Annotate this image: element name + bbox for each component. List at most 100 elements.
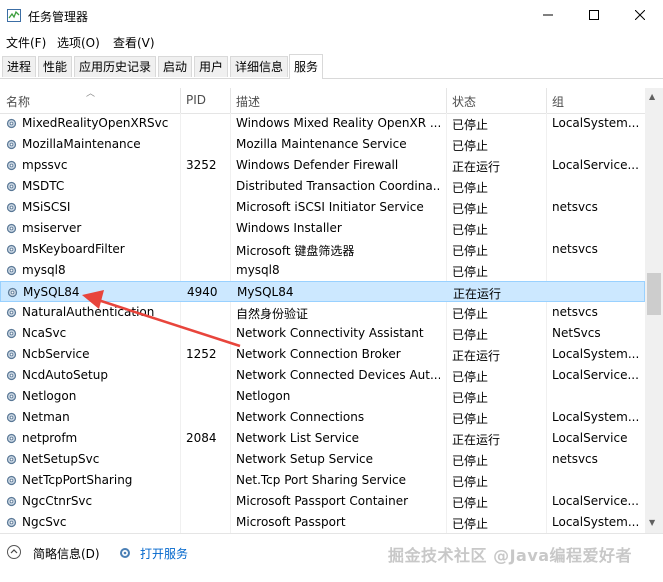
window-title: 任务管理器: [28, 10, 89, 24]
service-description: Network List Service: [236, 431, 360, 445]
service-name: NcdAutoSetup: [22, 368, 108, 382]
service-group: LocalService...: [552, 494, 639, 508]
service-description: Netlogon: [236, 389, 291, 403]
table-row[interactable]: netprofm 2084 Network List Service 正在运行 Loca…: [0, 428, 645, 449]
open-services-link[interactable]: 打开服务: [140, 545, 188, 562]
scroll-down-icon[interactable]: ▼: [649, 518, 655, 527]
service-description: Network Setup Service: [236, 452, 374, 466]
service-description: mysql8: [236, 263, 280, 277]
service-name: NgcSvc: [22, 515, 67, 529]
table-row[interactable]: NetSetupSvc Network Setup Service 已停止 netsv…: [0, 449, 645, 470]
column-divider[interactable]: [546, 88, 547, 113]
table-row[interactable]: MySQL84 4940 MySQL84 正在运行: [0, 281, 645, 302]
table-row[interactable]: NetTcpPortSharing Net.Tcp Port Sharing Se…: [0, 470, 645, 491]
brief-info-link[interactable]: 简略信息(D): [33, 545, 100, 562]
service-name: NcaSvc: [22, 326, 67, 340]
service-gear-icon: [6, 433, 17, 444]
service-description: Distributed Transaction Coordina...: [236, 179, 440, 193]
column-divider[interactable]: [180, 88, 181, 113]
service-gear-icon: [6, 265, 17, 276]
service-group: LocalSystem...: [552, 116, 640, 130]
scroll-up-icon[interactable]: ▲: [649, 92, 655, 101]
service-group: NetSvcs: [552, 326, 601, 340]
service-group: netsvcs: [552, 305, 598, 319]
service-gear-icon: [6, 370, 17, 381]
column-divider[interactable]: [230, 88, 231, 113]
service-description: Microsoft Passport: [236, 515, 346, 529]
table-row[interactable]: MsKeyboardFilter Microsoft 键盘筛选器 已停止 netsvc…: [0, 239, 645, 260]
service-name: NetSetupSvc: [22, 452, 100, 466]
service-name: MSiSCSI: [22, 200, 71, 214]
column-status[interactable]: 状态: [452, 93, 476, 110]
table-row[interactable]: NcbService 1252 Network Connection Broker 正…: [0, 344, 645, 365]
service-gear-icon: [6, 202, 17, 213]
service-status: 已停止: [452, 328, 489, 342]
menu-file[interactable]: 文件(F): [6, 34, 46, 51]
table-row[interactable]: MozillaMaintenance Mozilla Maintenance Se…: [0, 134, 645, 155]
table-row[interactable]: Netlogon Netlogon 已停止: [0, 386, 645, 407]
service-group: LocalSystem...: [552, 410, 640, 424]
service-name: MozillaMaintenance: [22, 137, 141, 151]
table-row[interactable]: NgcSvc Microsoft Passport 已停止 LocalSystem..…: [0, 512, 645, 533]
service-description: Mozilla Maintenance Service: [236, 137, 407, 151]
table-row[interactable]: NgcCtnrSvc Microsoft Passport Container 已停…: [0, 491, 645, 512]
service-name: MsKeyboardFilter: [22, 242, 125, 256]
menu-options[interactable]: 选项(O): [57, 34, 100, 51]
tab-processes[interactable]: 进程: [2, 56, 37, 77]
tab-services[interactable]: 服务: [289, 54, 324, 79]
minimize-button[interactable]: [525, 0, 571, 30]
close-icon: [635, 10, 645, 20]
service-name: netprofm: [22, 431, 78, 445]
service-group: LocalSystem...: [552, 347, 640, 361]
vertical-scrollbar[interactable]: ▲ ▼: [645, 88, 663, 533]
service-status: 已停止: [452, 265, 489, 279]
table-row[interactable]: NcaSvc Network Connectivity Assistant 已停止 N…: [0, 323, 645, 344]
column-group[interactable]: 组: [552, 93, 564, 110]
column-pid[interactable]: PID: [186, 93, 206, 107]
service-status: 已停止: [452, 244, 489, 258]
table-row[interactable]: mpssvc 3252 Windows Defender Firewall 正在运行 L…: [0, 155, 645, 176]
service-status: 已停止: [452, 307, 489, 321]
column-divider[interactable]: [446, 88, 447, 113]
menu-view[interactable]: 查看(V): [113, 34, 155, 51]
service-description: Microsoft 键盘筛选器: [236, 244, 355, 258]
service-name: Netman: [22, 410, 70, 424]
table-row[interactable]: mysql8 mysql8 已停止: [0, 260, 645, 281]
service-gear-icon: [6, 244, 17, 255]
table-row[interactable]: MixedRealityOpenXRSvc Windows Mixed Reali…: [0, 113, 645, 134]
service-description: Net.Tcp Port Sharing Service: [236, 473, 407, 487]
table-row[interactable]: Netman Network Connections 已停止 LocalSystem.…: [0, 407, 645, 428]
tab-users[interactable]: 用户: [194, 56, 229, 77]
table-row[interactable]: NcdAutoSetup Network Connected Devices Au…: [0, 365, 645, 386]
service-pid: 2084: [186, 431, 217, 445]
service-status: 正在运行: [452, 349, 501, 363]
service-status: 已停止: [452, 391, 489, 405]
service-group: LocalService...: [552, 158, 639, 172]
footer-bar: 简略信息(D) 打开服务 掘金技术社区 @Java编程爱好者: [0, 533, 663, 582]
table-row[interactable]: msiserver Windows Installer 已停止: [0, 218, 645, 239]
tab-details[interactable]: 详细信息: [230, 56, 289, 77]
service-status: 已停止: [452, 412, 489, 426]
service-pid: 4940: [187, 285, 218, 299]
service-description: Windows Mixed Reality OpenXR ...: [236, 116, 440, 130]
service-name: MSDTC: [22, 179, 65, 193]
chevron-up-icon[interactable]: [7, 545, 21, 559]
service-gear-icon: [6, 496, 17, 507]
services-gear-icon: [120, 548, 130, 558]
tab-performance[interactable]: 性能: [38, 56, 73, 77]
column-description[interactable]: 描述: [236, 93, 260, 110]
table-row[interactable]: NaturalAuthentication 自然身份验证 已停止 netsvcs: [0, 302, 645, 323]
column-name[interactable]: 名称: [6, 93, 30, 110]
tab-bar: 进程 性能 应用历史记录 启动 用户 详细信息 服务: [0, 54, 663, 79]
table-row[interactable]: MSDTC Distributed Transaction Coordina...…: [0, 176, 645, 197]
close-button[interactable]: [617, 0, 663, 30]
sort-ascending-icon: ︿: [86, 89, 96, 99]
tab-app-history[interactable]: 应用历史记录: [74, 56, 157, 77]
tab-startup[interactable]: 启动: [158, 56, 193, 77]
service-gear-icon: [6, 475, 17, 486]
maximize-button[interactable]: [571, 0, 617, 30]
scrollbar-thumb[interactable]: [647, 273, 661, 315]
service-name: NgcCtnrSvc: [22, 494, 93, 508]
table-row[interactable]: MSiSCSI Microsoft iSCSI Initiator Service…: [0, 197, 645, 218]
service-description: Microsoft Passport Container: [236, 494, 409, 508]
